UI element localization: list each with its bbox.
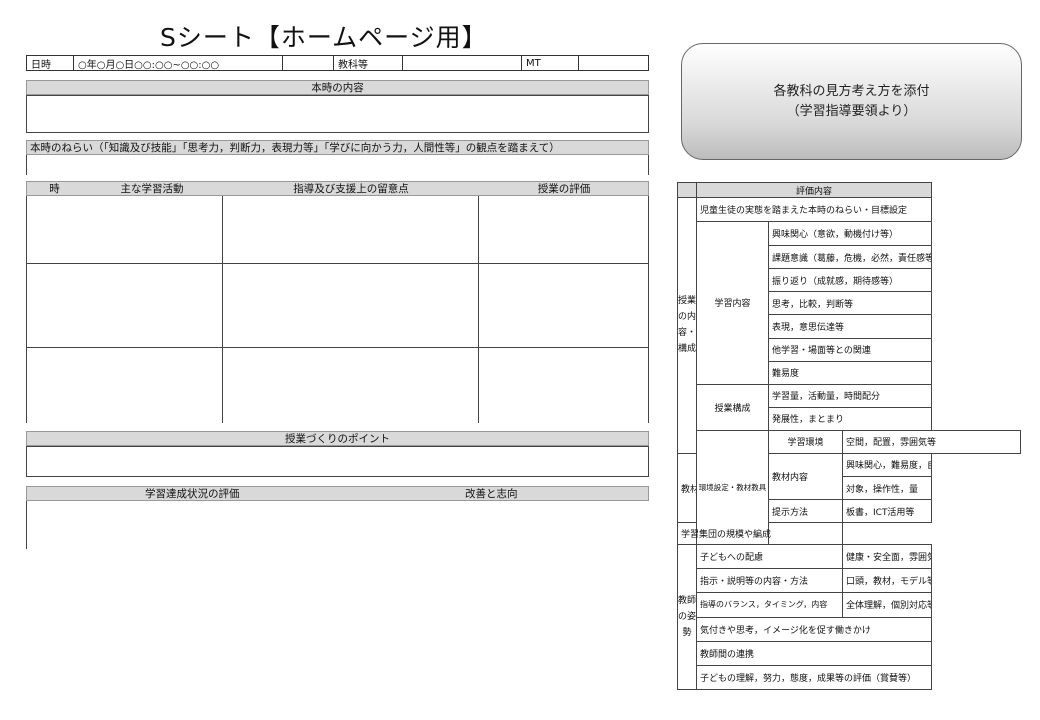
materials-content-label: 教材内容 (768, 452, 843, 501)
aim-field[interactable] (26, 155, 649, 175)
achievement-field[interactable] (26, 501, 649, 549)
eval-header: 評価内容 (696, 181, 932, 199)
points-field[interactable] (26, 446, 649, 477)
eval-row-difficulty: 難易度 (768, 360, 932, 385)
eval-row-instruction: 指示・説明等の内容・方法 (696, 568, 843, 594)
eval-row-understanding: 子どもの理解，努力，態度，成果等の評価（賞賛等） (696, 664, 932, 691)
eval-row-issue: 課題意識（葛藤，危機，必然，責任感等） (768, 245, 932, 270)
eval-corner (677, 181, 697, 199)
eval-row-cooperation: 教師間の連携 (696, 640, 932, 666)
activity-table-body[interactable] (26, 196, 649, 423)
eval-row-balance-value: 全体理解，個別対応等 (842, 592, 932, 618)
eval-row-interest: 興味関心（意欲，動機付け等） (768, 221, 932, 247)
date-field[interactable]: ○年○月○日○○:○○~○○:○○ (74, 56, 283, 71)
eval-row-environment: 空間，配置，雰囲気等 (842, 429, 1021, 454)
eval-row-consideration-value: 健康・安全面，雰囲気，言葉，気付き等 (842, 544, 932, 570)
callout-line1: 各教科の見方考え方を添付 (773, 83, 930, 99)
eval-row-balance: 指導のバランス，タイミング，内容 (696, 592, 843, 618)
eval-row-consideration: 子どもへの配慮 (696, 544, 843, 570)
improvement-label: 改善と志向 (465, 488, 518, 500)
eval-row-group-size: 学習集団の規模や編成 (677, 522, 843, 546)
presentation-label: 提示方法 (768, 499, 843, 524)
eval-row-presentation: 板書，ICT活用等 (842, 499, 932, 524)
subject-field-spacer (283, 56, 334, 70)
callout-line2: （学習指導要領より） (786, 103, 917, 119)
activity-table-header: 時 主な学習活動 指導及び支援上の留意点 授業の評価 (26, 181, 649, 196)
col-notes: 指導及び支援上の留意点 (293, 183, 409, 195)
eval-row-instruction-value: 口頭，教材，モデル等 (842, 568, 932, 594)
group-lesson: 授業の内容・構成 (677, 197, 697, 454)
eval-row-relation: 他学習・場面等との関連 (768, 337, 932, 362)
achievement-label: 学習達成状況の評価 (145, 488, 240, 500)
eval-row-mc-target: 対象，操作性，量 (842, 476, 932, 501)
eval-row-prompting: 気付きや思考，イメージ化を促す働きかけ (696, 616, 932, 642)
environment-label: 学習環境 (768, 429, 843, 454)
col-activity: 主な学習活動 (120, 183, 184, 195)
eval-row-expression: 表現，意思伝達等 (768, 314, 932, 339)
evaluation-table: 評価内容 授業の内容・構成 児童生徒の実態を踏まえた本時のねらい・目標設定 学習… (677, 181, 1021, 691)
materials-label: 教材・提示 (677, 452, 697, 524)
mt-field[interactable] (579, 56, 648, 70)
mt-label: MT (522, 56, 579, 70)
page-title: Sシート【ホームページ用】 (160, 23, 488, 52)
col-time: 時 (49, 183, 60, 195)
lesson-content-field[interactable] (26, 95, 649, 133)
date-label: 日時 (27, 56, 74, 71)
subject-label: 教科等 (334, 56, 403, 71)
eval-row-amount: 学習量，活動量，時間配分 (768, 383, 932, 408)
subject-field[interactable] (403, 56, 522, 70)
eval-row-reflection: 振り返り（成就感，期待感等） (768, 268, 932, 293)
group-teacher: 教師の姿勢 (677, 544, 697, 690)
points-header: 授業づくりのポイント (26, 431, 649, 446)
aim-header: 本時のねらい（「知識及び技能」「思考力，判断力，表現力等」「学びに向かう力，人間… (26, 140, 649, 155)
structure-label: 授業構成 (696, 383, 769, 431)
eval-row-aim: 児童生徒の実態を踏まえた本時のねらい・目標設定 (696, 197, 932, 223)
header-row: 日時 ○年○月○日○○:○○~○○:○○ 教科等 MT (26, 55, 649, 71)
eval-row-mc-interest: 興味関心，難易度，自由度 (842, 452, 932, 478)
attachment-callout: 各教科の見方考え方を添付 （学習指導要領より） (681, 43, 1022, 160)
lesson-content-header: 本時の内容 (26, 80, 649, 95)
eval-row-development: 発展性，まとまり (768, 406, 932, 431)
achievement-header: 学習達成状況の評価 改善と志向 (26, 486, 649, 501)
eval-row-thinking: 思考，比較，判断等 (768, 291, 932, 316)
col-evaluation: 授業の評価 (537, 183, 591, 195)
learning-content-label: 学習内容 (696, 221, 769, 385)
